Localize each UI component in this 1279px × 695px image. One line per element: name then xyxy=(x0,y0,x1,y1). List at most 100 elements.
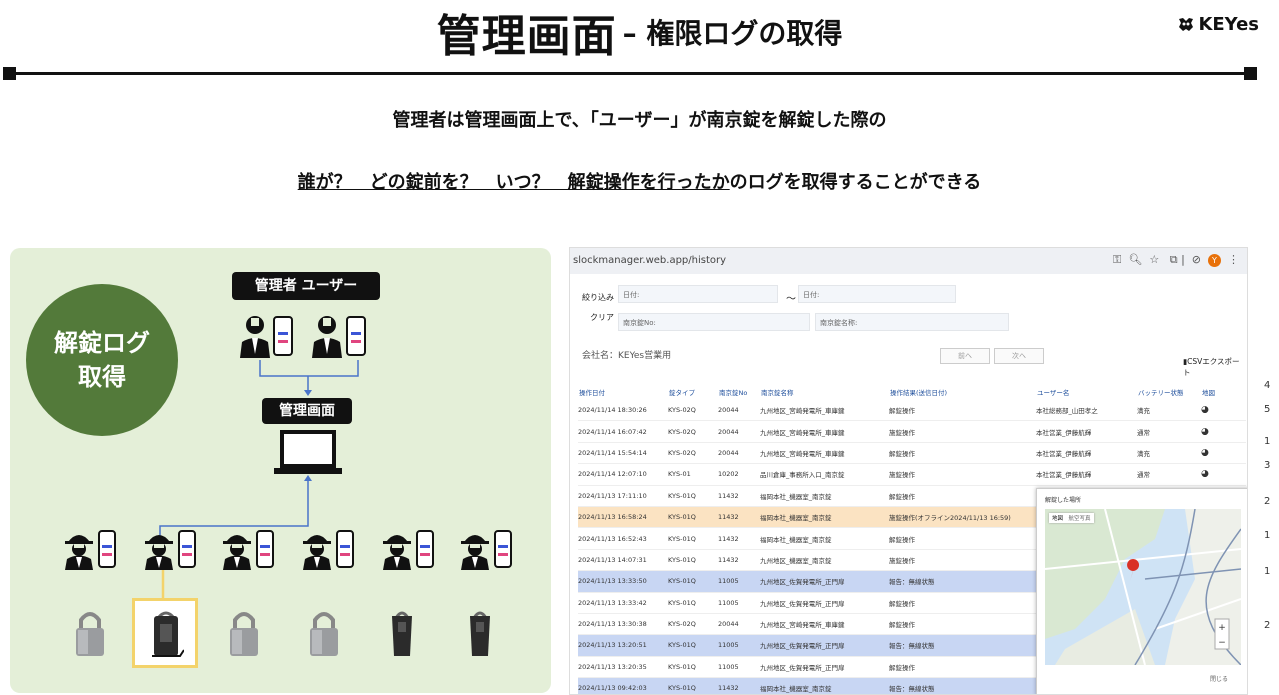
worker-with-phone xyxy=(300,528,360,570)
cell-user: 本社営業_伊藤航輝 xyxy=(1036,463,1137,486)
worker-phone-icon xyxy=(178,530,196,568)
satellite-tab[interactable]: 航空写真 xyxy=(1069,516,1091,522)
slide-title: 管理画面 – 権限ログの取得 xyxy=(0,0,1279,62)
key-icon[interactable]: ⚿ xyxy=(1113,253,1121,266)
browser-toolbar-icons: ⚿ 🔍︎ ☆ ⧉ | ⊘ Y ⋮ xyxy=(1113,253,1239,267)
menu-icon[interactable]: ⋮ xyxy=(1228,253,1239,266)
cell-no: 20044 xyxy=(718,442,760,465)
svg-text:+: + xyxy=(1218,623,1226,633)
cell-no: 11432 xyxy=(718,549,760,572)
table-row[interactable]: 2024/11/14 15:54:14 KYS-02Q 20044 九州地区_宮崎発電… xyxy=(578,442,1246,465)
cell-name: 福岡本社_機器室_南京錠 xyxy=(760,485,889,507)
worker-with-phone xyxy=(220,528,280,570)
map-type-tabs: 地図 航空写真 xyxy=(1049,513,1094,523)
worker-phone-icon xyxy=(256,530,274,568)
globe-icon[interactable]: ◕ xyxy=(1201,469,1209,479)
cell-name: 九州地区_宮崎発電所_車庫鍵 xyxy=(760,442,889,465)
cell-no: 20044 xyxy=(718,613,760,636)
column-header: 南京錠No xyxy=(719,389,748,397)
date-to-input[interactable]: 日付: xyxy=(798,285,956,303)
cell-type: KYS-01Q xyxy=(668,656,718,679)
admin-phone-icon xyxy=(346,316,366,356)
cell-name: 九州地区_佐賀発電所_正門扉 xyxy=(760,570,889,593)
intro-line-2-rest: のログを取得することができる xyxy=(729,172,982,193)
zoom-icon[interactable]: 🔍︎ xyxy=(1128,253,1142,266)
cell-result: 解錠操作 xyxy=(889,527,1036,550)
globe-icon[interactable]: ◕ xyxy=(1201,405,1209,415)
admin-phone-icon xyxy=(273,316,293,356)
cell-type: KYS-01Q xyxy=(668,485,718,507)
globe-icon[interactable]: ◕ xyxy=(1201,448,1209,458)
sync-icon[interactable]: ⊘ xyxy=(1192,253,1201,266)
cell-date: 2024/11/13 13:20:51 xyxy=(578,634,668,657)
map-tab[interactable]: 地図 xyxy=(1052,516,1063,522)
cell-name: 福岡本社_機器室_南京錠 xyxy=(760,677,889,694)
cell-map: ◕ xyxy=(1201,463,1246,486)
star-icon[interactable]: ☆ xyxy=(1149,253,1159,266)
globe-icon[interactable]: ◕ xyxy=(1201,427,1209,437)
padlock xyxy=(462,608,498,658)
cell-date: 2024/11/14 12:07:10 xyxy=(578,463,668,486)
edge-digit: 4 xyxy=(1264,380,1271,391)
cell-date: 2024/11/13 16:58:24 xyxy=(578,506,668,529)
hardhat-worker-icon xyxy=(383,535,411,570)
hardhat-worker-icon xyxy=(65,535,93,570)
prev-page-button[interactable]: 前へ xyxy=(940,348,990,364)
worker-phone-icon xyxy=(494,530,512,568)
cell-type: KYS-01Q xyxy=(668,570,718,593)
padlock-icon xyxy=(230,612,258,656)
extension-icon[interactable]: ⧉ xyxy=(1170,253,1178,266)
table-row[interactable]: 2024/11/14 16:07:42 KYS-02Q 20044 九州地区_宮崎発電… xyxy=(578,420,1246,443)
cell-no: 11432 xyxy=(718,485,760,507)
map-view[interactable]: + − 地図 航空写真 xyxy=(1045,509,1241,665)
cell-type: KYS-01 xyxy=(668,463,718,486)
popup-title: 解錠した場所 xyxy=(1045,497,1082,504)
column-header: バッテリー状態 xyxy=(1138,389,1184,397)
admin-person-icon xyxy=(312,316,342,358)
url-text[interactable]: slockmanager.web.app/history xyxy=(573,255,726,266)
diagram-panel: 解錠ログ 取得 管理者 ユーザー 管理画面 xyxy=(10,248,551,693)
laptop-icon xyxy=(274,430,342,474)
cell-name: 福岡本社_機器室_南京錠 xyxy=(760,527,889,550)
cell-date: 2024/11/13 13:30:38 xyxy=(578,613,668,636)
table-row[interactable]: 2024/11/14 12:07:10 KYS-01 10202 品川倉庫_事務所入口… xyxy=(578,463,1246,486)
padlock xyxy=(384,608,420,658)
clear-link[interactable]: クリア xyxy=(590,312,614,323)
cell-type: KYS-02Q xyxy=(668,420,718,443)
column-header: 錠タイプ xyxy=(669,389,695,397)
cell-name: 九州地区_宮崎発電所_車庫鍵 xyxy=(760,400,889,422)
cell-map: ◕ xyxy=(1201,420,1246,443)
cell-no: 11432 xyxy=(718,506,760,529)
cell-result: 解錠操作 xyxy=(889,442,1036,465)
popup-close-button[interactable]: 閉じる xyxy=(1210,674,1228,683)
csv-export-button[interactable]: ▮CSVエクスポート xyxy=(1183,356,1247,378)
cell-type: KYS-02Q xyxy=(668,442,718,465)
cell-result: 解錠操作 xyxy=(889,613,1036,636)
slide-title-sub: – 権限ログの取得 xyxy=(622,17,843,50)
edge-digit: 3 xyxy=(1264,460,1271,471)
rule-cap-left xyxy=(3,67,16,80)
cell-battery: 通常 xyxy=(1137,463,1201,486)
cell-map: ◕ xyxy=(1201,400,1246,422)
worker-phone-icon xyxy=(98,530,116,568)
cell-result: 施錠操作 xyxy=(889,420,1036,443)
column-header: 操作日付 xyxy=(579,389,605,397)
cell-type: KYS-01Q xyxy=(668,549,718,572)
cell-date: 2024/11/13 13:33:50 xyxy=(578,570,668,593)
edge-digit: 2 xyxy=(1264,496,1271,507)
date-from-input[interactable]: 日付: xyxy=(618,285,778,303)
cell-battery: 満充 xyxy=(1137,442,1201,465)
cell-no: 11005 xyxy=(718,592,760,614)
filter-label: 絞り込み xyxy=(582,293,614,302)
lock-no-input[interactable]: 南京錠No: xyxy=(618,313,810,331)
column-header: ユーザー名 xyxy=(1037,389,1070,397)
lock-name-input[interactable]: 南京錠名称: xyxy=(815,313,1009,331)
worker-with-phone xyxy=(62,528,122,570)
table-row[interactable]: 2024/11/14 18:30:26 KYS-02Q 20044 九州地区_宮崎発電… xyxy=(578,400,1246,422)
column-header: 操作結果(送信日付) xyxy=(890,389,948,397)
padlock xyxy=(148,608,185,658)
cell-name: 九州地区_宮崎発電所_車庫鍵 xyxy=(760,613,889,636)
profile-avatar[interactable]: Y xyxy=(1208,254,1221,267)
next-page-button[interactable]: 次へ xyxy=(994,348,1044,364)
cell-result: 解錠操作 xyxy=(889,400,1036,422)
